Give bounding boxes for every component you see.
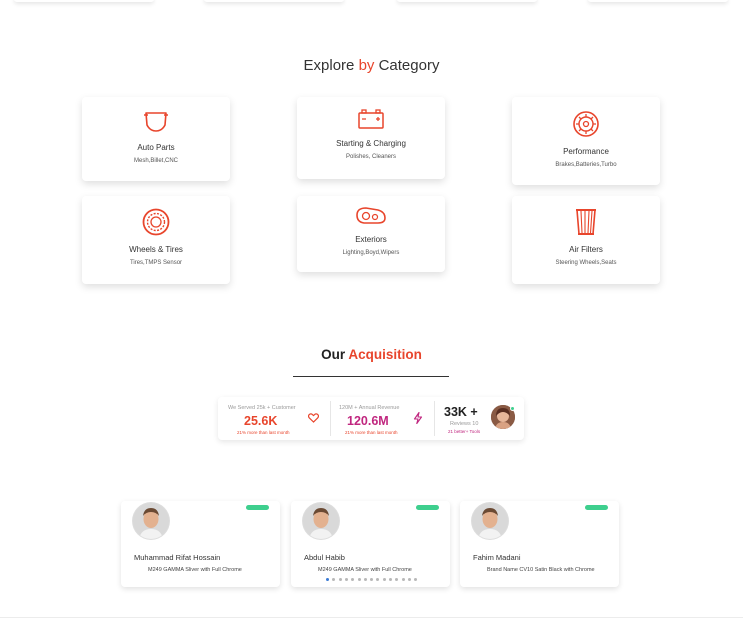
category-card-performance[interactable]: Performance Brakes,Batteries,Turbo bbox=[512, 97, 660, 185]
acquisition-stats-panel: We Served 25k + Customer 25.6K 21% more … bbox=[218, 397, 524, 440]
previous-section-card-edges bbox=[0, 0, 743, 6]
carousel-dot[interactable] bbox=[401, 578, 405, 581]
customer-name: Fahim Madani bbox=[473, 553, 521, 562]
customer-name: Muhammad Rifat Hossain bbox=[134, 553, 221, 562]
stat-reviews: 33K + Reviews 10 21 better+ Tools bbox=[435, 397, 524, 440]
status-pill bbox=[416, 505, 439, 510]
title-accent-by: by bbox=[358, 57, 375, 74]
product-name: Brand Name CV10 Satin Black with Chrome bbox=[487, 567, 595, 573]
title-part-explore: Explore bbox=[303, 57, 355, 74]
category-title: Auto Parts bbox=[137, 143, 175, 152]
turbo-icon bbox=[573, 111, 599, 137]
title-part-our: Our bbox=[321, 347, 346, 362]
carousel-dot[interactable] bbox=[344, 578, 348, 581]
stat-note: 21% more than last month bbox=[237, 430, 290, 435]
category-subtitle: Brakes,Batteries,Turbo bbox=[555, 162, 617, 168]
category-subtitle: Tires,TMPS Sensor bbox=[129, 260, 183, 266]
title-part-category: Category bbox=[378, 57, 440, 74]
carousel-dot[interactable] bbox=[407, 578, 411, 581]
category-title: Air Filters bbox=[569, 245, 603, 254]
title-accent-acquisition: Acquisition bbox=[348, 347, 422, 362]
category-subtitle: Steering Wheels,Seats bbox=[555, 260, 617, 266]
product-name: M249 GAMMA Sliver with Full Chrome bbox=[318, 567, 412, 573]
carousel-dot[interactable] bbox=[382, 578, 386, 581]
car-front-icon bbox=[144, 112, 168, 132]
stat-value: 120.6M bbox=[347, 414, 389, 428]
category-title: Performance bbox=[563, 147, 609, 156]
testimonial-card[interactable]: Fahim Madani Brand Name CV10 Satin Black… bbox=[460, 501, 619, 587]
customer-avatar bbox=[472, 503, 508, 539]
wheel-icon bbox=[142, 208, 170, 236]
carousel-dot[interactable] bbox=[389, 578, 392, 581]
carousel-dot[interactable] bbox=[363, 578, 367, 581]
carousel-dot[interactable] bbox=[357, 578, 361, 581]
stat-value: 25.6K bbox=[244, 414, 278, 428]
category-title: Wheels & Tires bbox=[129, 245, 183, 254]
customer-name: Abdul Habib bbox=[304, 553, 345, 562]
product-name: M249 GAMMA Sliver with Full Chrome bbox=[148, 567, 242, 573]
customer-avatar bbox=[133, 503, 169, 539]
category-title: Exteriors bbox=[355, 235, 387, 244]
stat-note: 21% more than last month bbox=[345, 430, 398, 435]
stat-label: 120M + Annual Revenue bbox=[339, 405, 400, 411]
carousel-dot[interactable] bbox=[326, 578, 329, 581]
battery-icon bbox=[358, 109, 384, 129]
testimonial-card[interactable]: Muhammad Rifat Hossain M249 GAMMA Sliver… bbox=[121, 501, 280, 587]
stat-label: Reviews 10 bbox=[450, 421, 479, 427]
section-divider bbox=[0, 617, 743, 618]
category-subtitle: Lighting,Boyd,Wipers bbox=[342, 250, 400, 256]
stat-value: 33K + bbox=[444, 405, 478, 419]
air-filter-icon bbox=[576, 209, 596, 235]
category-subtitle: Polishes, Cleaners bbox=[345, 154, 397, 160]
testimonial-card[interactable]: Abdul Habib M249 GAMMA Sliver with Full … bbox=[291, 501, 450, 587]
category-card-air-filters[interactable]: Air Filters Steering Wheels,Seats bbox=[512, 196, 660, 284]
category-card-auto-parts[interactable]: Auto Parts Mesh,Billet,CNC bbox=[82, 97, 230, 181]
acquisition-section-title: Our Acquisition bbox=[0, 347, 743, 362]
status-pill bbox=[246, 505, 269, 510]
stat-label: We Served 25k + Customer bbox=[228, 405, 296, 411]
stat-revenue: 120M + Annual Revenue 120.6M 21% more th… bbox=[331, 397, 434, 440]
category-subtitle: Mesh,Billet,CNC bbox=[133, 158, 178, 164]
stat-customers: We Served 25k + Customer 25.6K 21% more … bbox=[218, 397, 330, 440]
carousel-dot[interactable] bbox=[338, 578, 342, 581]
category-card-exteriors[interactable]: Exteriors Lighting,Boyd,Wipers bbox=[297, 196, 445, 272]
headlight-icon bbox=[356, 207, 386, 224]
stat-note: 21 better+ Tools bbox=[448, 429, 481, 434]
lightning-icon[interactable] bbox=[413, 412, 423, 424]
heart-icon[interactable] bbox=[308, 413, 319, 423]
customer-avatar bbox=[303, 503, 339, 539]
status-pill bbox=[585, 505, 608, 510]
category-title: Starting & Charging bbox=[336, 139, 406, 148]
category-section-title: Explore by Category bbox=[0, 57, 743, 74]
online-status-dot bbox=[510, 406, 515, 411]
category-card-wheels-tires[interactable]: Wheels & Tires Tires,TMPS Sensor bbox=[82, 196, 230, 284]
title-underline bbox=[293, 376, 449, 377]
category-card-starting-charging[interactable]: Starting & Charging Polishes, Cleaners bbox=[297, 97, 445, 179]
